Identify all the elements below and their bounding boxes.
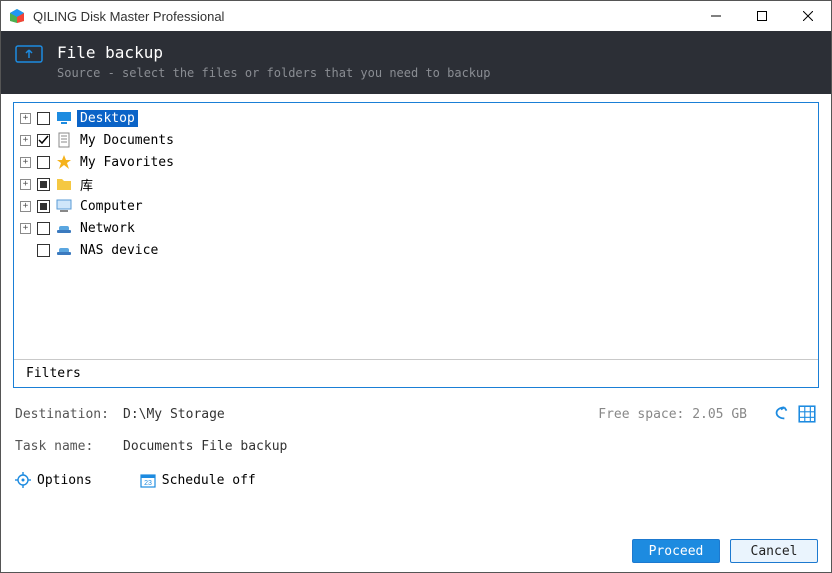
tree-item-label: Computer — [77, 198, 146, 215]
schedule-label: Schedule off — [162, 473, 256, 488]
destination-label: Destination: — [15, 407, 123, 422]
expand-toggle[interactable]: + — [20, 179, 31, 190]
monitor-icon — [56, 110, 72, 126]
proceed-button[interactable]: Proceed — [632, 539, 720, 563]
svg-text:23: 23 — [144, 480, 152, 487]
tree-item-label: 库 — [77, 174, 96, 195]
tree-item-nas[interactable]: NAS device — [20, 239, 812, 261]
page-header: File backup Source - select the files or… — [1, 31, 831, 94]
checkbox[interactable] — [37, 200, 50, 213]
proceed-label: Proceed — [649, 544, 704, 559]
star-icon — [56, 154, 72, 170]
app-title: QILING Disk Master Professional — [33, 9, 693, 24]
tree-item-favorites[interactable]: + My Favorites — [20, 151, 812, 173]
maximize-button[interactable] — [739, 1, 785, 31]
schedule-button[interactable]: 23 Schedule off — [140, 472, 256, 488]
tree-item-label: Desktop — [77, 110, 138, 127]
destination-row: Destination: D:\My Storage Free space: 2… — [15, 398, 817, 430]
source-tree[interactable]: + Desktop + My Documents + — [14, 103, 818, 359]
backup-icon — [15, 43, 43, 65]
free-space-label: Free space: 2.05 GB — [598, 407, 747, 422]
checkbox[interactable] — [37, 178, 50, 191]
tree-item-label: My Favorites — [77, 154, 177, 171]
tree-item-label: NAS device — [77, 242, 161, 259]
cancel-label: Cancel — [751, 544, 798, 559]
task-name-value[interactable]: Documents File backup — [123, 439, 287, 454]
browse-destination-button[interactable] — [771, 404, 791, 424]
options-label: Options — [37, 473, 92, 488]
checkbox[interactable] — [37, 134, 50, 147]
expand-toggle[interactable]: + — [20, 135, 31, 146]
minimize-button[interactable] — [693, 1, 739, 31]
page-subtitle: Source - select the files or folders tha… — [57, 66, 490, 80]
computer-icon — [56, 198, 72, 214]
cancel-button[interactable]: Cancel — [730, 539, 818, 563]
checkbox[interactable] — [37, 156, 50, 169]
document-icon — [56, 132, 72, 148]
options-button[interactable]: Options — [15, 472, 92, 488]
tree-item-label: Network — [77, 220, 138, 237]
source-tree-container: + Desktop + My Documents + — [13, 102, 819, 388]
task-name-label: Task name: — [15, 439, 123, 454]
task-name-row: Task name: Documents File backup — [15, 430, 817, 462]
calendar-icon: 23 — [140, 472, 156, 488]
destination-value: D:\My Storage — [123, 407, 225, 422]
checkbox[interactable] — [37, 222, 50, 235]
tree-item-desktop[interactable]: + Desktop — [20, 107, 812, 129]
network-icon — [56, 242, 72, 258]
expand-toggle[interactable]: + — [20, 113, 31, 124]
filters-button[interactable]: Filters — [14, 359, 818, 387]
expand-toggle[interactable]: + — [20, 223, 31, 234]
titlebar: QILING Disk Master Professional — [1, 1, 831, 31]
expand-toggle[interactable]: + — [20, 157, 31, 168]
gear-icon — [15, 472, 31, 488]
footer-buttons: Proceed Cancel — [632, 539, 818, 563]
expand-spacer — [20, 245, 31, 256]
filters-label: Filters — [26, 366, 81, 381]
drive-details-button[interactable] — [797, 404, 817, 424]
tree-item-documents[interactable]: + My Documents — [20, 129, 812, 151]
tree-item-computer[interactable]: + Computer — [20, 195, 812, 217]
close-button[interactable] — [785, 1, 831, 31]
network-icon — [56, 220, 72, 236]
tree-item-network[interactable]: + Network — [20, 217, 812, 239]
tree-item-label: My Documents — [77, 132, 177, 149]
tree-item-library[interactable]: + 库 — [20, 173, 812, 195]
checkbox[interactable] — [37, 112, 50, 125]
folder-icon — [56, 176, 72, 192]
page-title: File backup — [57, 43, 490, 62]
checkbox[interactable] — [37, 244, 50, 257]
expand-toggle[interactable]: + — [20, 201, 31, 212]
app-icon — [9, 8, 25, 24]
